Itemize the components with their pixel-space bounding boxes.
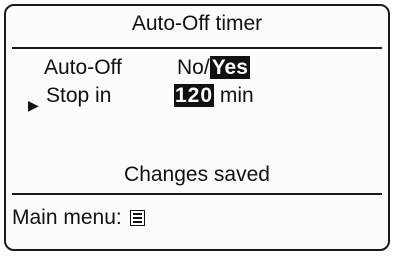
cursor-arrow-icon: ▶ [28,97,39,113]
footer-divider [12,193,382,195]
title-divider [12,47,382,49]
auto-off-option-yes-selected[interactable]: Yes [209,56,250,79]
main-menu-footer[interactable]: Main menu: [12,206,145,230]
status-message: Changes saved [124,163,270,186]
menu-list-icon[interactable] [129,210,145,226]
stop-in-label: Stop in [46,84,112,107]
stop-in-unit: min [219,84,254,107]
remote-display: Auto-Off timer Auto-Off No/Yes ▶ Stop in… [4,4,390,251]
screen-title: Auto-Off timer [131,12,263,35]
stop-in-setting[interactable]: 120 min [174,84,254,108]
auto-off-options[interactable]: No/Yes [177,56,250,80]
auto-off-label: Auto-Off [44,56,122,79]
auto-off-option-no[interactable]: No/ [177,56,210,79]
stop-in-value[interactable]: 120 [174,84,215,107]
main-menu-label: Main menu: [12,206,122,229]
